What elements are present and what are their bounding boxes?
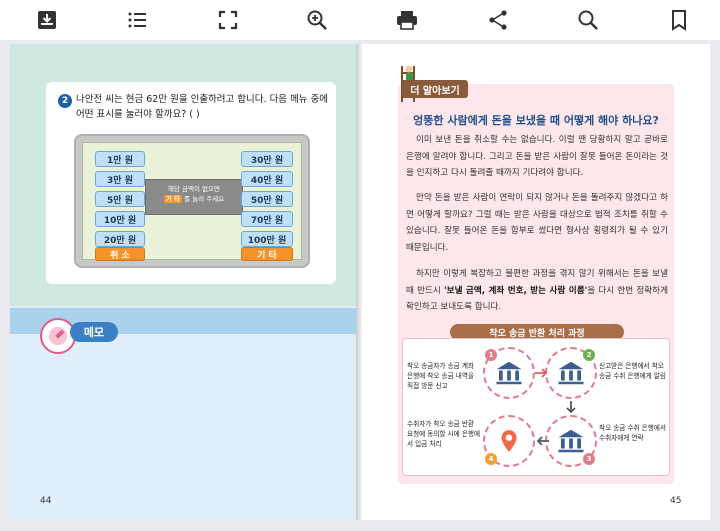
bookmark-icon[interactable]	[665, 6, 693, 34]
atm-button-30[interactable]: 30만 원	[241, 151, 293, 167]
right-page-number: 45	[670, 496, 682, 506]
toolbar	[0, 0, 720, 40]
atm-button-100[interactable]: 100만 원	[241, 231, 293, 247]
question-number: 2	[58, 94, 72, 108]
arrow-down-icon	[566, 401, 576, 414]
left-page: 2 나안전 씨는 현금 62만 원을 인출하려고 합니다. 다음 메뉴 중에 어…	[10, 44, 360, 520]
atm-button-5[interactable]: 5만 원	[95, 191, 145, 207]
atm-message-line2: 를 눌러 주세요	[184, 195, 225, 203]
atm-button-70[interactable]: 70만 원	[241, 211, 293, 227]
atm-machine: 1만 원 3만 원 5만 원 10만 원 20만 원 취 소 해당 금액이 없으…	[74, 134, 310, 268]
step-2-badge: 2	[583, 349, 595, 361]
arrow-right-icon	[535, 368, 548, 378]
step-2-text: 신고받은 은행에서 착오 송금 수취 은행에게 알림	[599, 362, 666, 380]
zoom-in-icon[interactable]	[303, 6, 331, 34]
step-4-badge: 4	[485, 453, 497, 465]
atm-button-10[interactable]: 10만 원	[95, 211, 145, 227]
step-4-text: 수취자가 착오 송금 반환 요청에 동의할 시에 은행에서 입금 처리	[407, 420, 481, 448]
step-1-text: 착오 송금자가 송금 계좌 은행에 착오 송금 내역을 직접 방문 신고	[407, 362, 474, 390]
atm-cancel-button[interactable]: 취 소	[95, 247, 145, 261]
atm-button-1[interactable]: 1만 원	[95, 151, 145, 167]
question-card: 2 나안전 씨는 현금 62만 원을 인출하려고 합니다. 다음 메뉴 중에 어…	[46, 82, 336, 284]
arrow-left-icon	[536, 436, 549, 446]
memo-label: 메모	[70, 322, 118, 342]
question-text: 나안전 씨는 현금 62만 원을 인출하려고 합니다. 다음 메뉴 중에 어떤 …	[76, 94, 329, 120]
process-diagram: 착오 송금자가 송금 계좌 은행에 착오 송금 내역을 직접 방문 신고 신고받…	[402, 338, 670, 476]
atm-button-50[interactable]: 50만 원	[241, 191, 293, 207]
book-viewer: 2 나안전 씨는 현금 62만 원을 인출하려고 합니다. 다음 메뉴 중에 어…	[0, 40, 720, 531]
step-3-badge: 3	[583, 453, 595, 465]
left-page-number: 44	[40, 496, 52, 506]
paragraph-3-bold: '보낼 금액, 계좌 번호, 받는 사람 이름'	[444, 285, 588, 296]
download-icon[interactable]	[33, 6, 61, 34]
list-icon[interactable]	[123, 6, 151, 34]
step-1-badge: 1	[485, 349, 497, 361]
atm-other-button[interactable]: 기 타	[241, 247, 293, 261]
atm-button-40[interactable]: 40만 원	[241, 171, 293, 187]
share-icon[interactable]	[484, 6, 512, 34]
atm-button-3[interactable]: 3만 원	[95, 171, 145, 187]
article-title: 엉뚱한 사람에게 돈을 보냈을 때 어떻게 해야 하나요?	[413, 114, 659, 127]
paragraph-3: 하지만 이렇게 복잡하고 불편한 과정을 겪지 않기 위해서는 돈을 보낼 때 …	[406, 266, 668, 316]
paragraph-1: 이미 보낸 돈을 취소할 수는 없습니다. 이럴 땐 당황하지 말고 곧바로 은…	[406, 135, 668, 178]
paragraph-2: 만약 돈을 받은 사람이 연락이 되지 않거나 돈을 돌려주지 않겠다고 하면 …	[406, 193, 668, 253]
learn-more-tag: 더 알아보기	[402, 80, 468, 98]
atm-message: 해당 금액이 없으면 기 타 를 눌러 주세요	[145, 179, 243, 215]
atm-screen: 1만 원 3만 원 5만 원 10만 원 20만 원 취 소 해당 금액이 없으…	[82, 142, 302, 261]
right-page: 더 알아보기 엉뚱한 사람에게 돈을 보냈을 때 어떻게 해야 하나요? 이미 …	[362, 44, 710, 520]
atm-button-20[interactable]: 20만 원	[95, 231, 145, 247]
print-icon[interactable]	[393, 6, 421, 34]
search-icon[interactable]	[574, 6, 602, 34]
step-3-text: 착오 송금 수취 은행에서 수취자에게 연락	[599, 424, 666, 442]
atm-message-highlight: 기 타	[163, 195, 183, 203]
fullscreen-icon[interactable]	[214, 6, 242, 34]
atm-message-line1: 해당 금액이 없으면	[168, 185, 220, 193]
